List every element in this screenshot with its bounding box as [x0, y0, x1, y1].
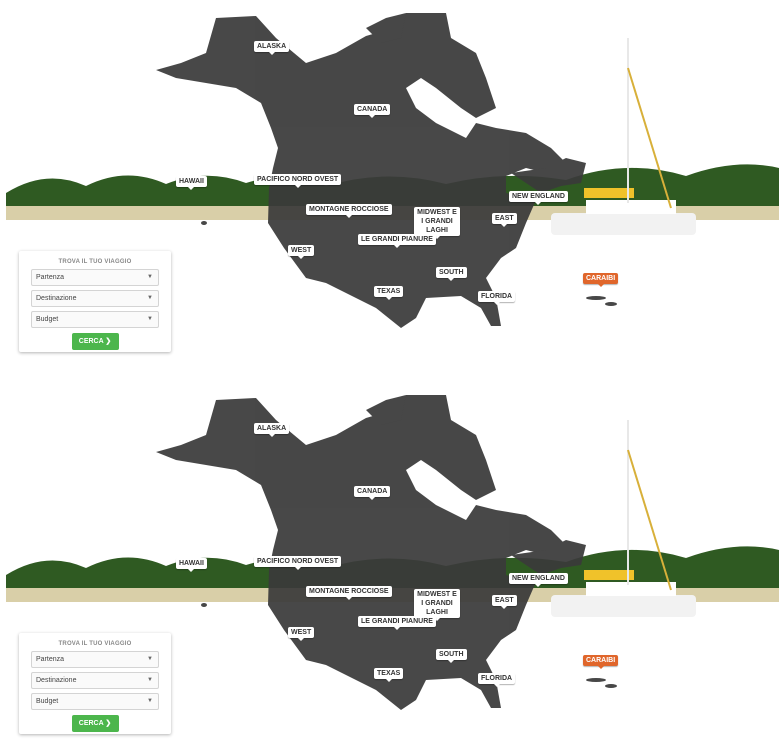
- budget-select[interactable]: Budget ▼: [31, 311, 159, 328]
- departure-select[interactable]: Partenza ▼: [31, 269, 159, 286]
- trip-search-form: TROVA IL TUO VIAGGIO Partenza ▼ Destinazion…: [19, 251, 171, 352]
- label-alaska[interactable]: ALASKA: [254, 423, 290, 437]
- chevron-down-icon: ▼: [147, 316, 153, 322]
- search-form-title: TROVA IL TUO VIAGGIO: [58, 259, 132, 265]
- chevron-right-icon: ❯: [105, 720, 112, 727]
- label-midwest-great-lakes[interactable]: MIDWEST E I GRANDI LAGHI: [414, 207, 460, 239]
- label-east[interactable]: EAST: [492, 595, 517, 609]
- search-button-label: CERCA: [78, 720, 104, 727]
- destination-select[interactable]: Destinazione ▼: [31, 290, 159, 307]
- label-canada[interactable]: CANADA: [354, 486, 391, 500]
- search-button[interactable]: CERCA ❯: [71, 715, 119, 732]
- map-panel-top: ALASKA CANADA HAWAII PACIFICO NORD OVEST NEW…: [6, 8, 779, 363]
- departure-select-value: Partenza: [36, 656, 65, 663]
- label-pacific-northwest[interactable]: PACIFICO NORD OVEST: [254, 556, 342, 570]
- chevron-down-icon: ▼: [147, 677, 153, 683]
- chevron-down-icon: ▼: [147, 656, 153, 662]
- label-caribbean[interactable]: CARAIBI: [583, 655, 619, 669]
- label-alaska[interactable]: ALASKA: [254, 41, 290, 55]
- budget-select-value: Budget: [36, 316, 59, 323]
- map-panel-bottom: ALASKA CANADA HAWAII PACIFICO NORD OVEST NEW…: [6, 390, 779, 745]
- label-caribbean[interactable]: CARAIBI: [583, 273, 619, 287]
- label-pacific-northwest[interactable]: PACIFICO NORD OVEST: [254, 174, 342, 188]
- label-west[interactable]: WEST: [288, 245, 315, 259]
- budget-select[interactable]: Budget ▼: [31, 693, 159, 710]
- label-rocky-mountains[interactable]: MONTAGNE ROCCIOSE: [306, 586, 392, 600]
- label-great-plains[interactable]: LE GRANDI PIANURE: [358, 234, 436, 248]
- search-button-label: CERCA: [78, 338, 104, 345]
- label-midwest-great-lakes[interactable]: MIDWEST E I GRANDI LAGHI: [414, 589, 460, 621]
- trip-search-form: TROVA IL TUO VIAGGIO Partenza ▼ Destinazion…: [19, 633, 171, 734]
- chevron-down-icon: ▼: [147, 274, 153, 280]
- label-new-england[interactable]: NEW ENGLAND: [509, 191, 568, 205]
- destination-select-value: Destinazione: [36, 295, 77, 302]
- label-texas[interactable]: TEXAS: [374, 668, 404, 682]
- chevron-down-icon: ▼: [147, 698, 153, 704]
- departure-select-value: Partenza: [36, 274, 65, 281]
- chevron-right-icon: ❯: [105, 338, 112, 345]
- budget-select-value: Budget: [36, 698, 59, 705]
- departure-select[interactable]: Partenza ▼: [31, 651, 159, 668]
- destination-select-value: Destinazione: [36, 677, 77, 684]
- destination-select[interactable]: Destinazione ▼: [31, 672, 159, 689]
- label-florida[interactable]: FLORIDA: [478, 291, 516, 305]
- chevron-down-icon: ▼: [147, 295, 153, 301]
- label-texas[interactable]: TEXAS: [374, 286, 404, 300]
- label-rocky-mountains[interactable]: MONTAGNE ROCCIOSE: [306, 204, 392, 218]
- search-form-title: TROVA IL TUO VIAGGIO: [58, 641, 132, 647]
- label-florida[interactable]: FLORIDA: [478, 673, 516, 687]
- label-south[interactable]: SOUTH: [436, 267, 467, 281]
- label-hawaii[interactable]: HAWAII: [176, 176, 207, 190]
- label-south[interactable]: SOUTH: [436, 649, 467, 663]
- label-great-plains[interactable]: LE GRANDI PIANURE: [358, 616, 436, 630]
- search-button[interactable]: CERCA ❯: [71, 333, 119, 350]
- label-hawaii[interactable]: HAWAII: [176, 558, 207, 572]
- label-new-england[interactable]: NEW ENGLAND: [509, 573, 568, 587]
- label-west[interactable]: WEST: [288, 627, 315, 641]
- label-canada[interactable]: CANADA: [354, 104, 391, 118]
- label-east[interactable]: EAST: [492, 213, 517, 227]
